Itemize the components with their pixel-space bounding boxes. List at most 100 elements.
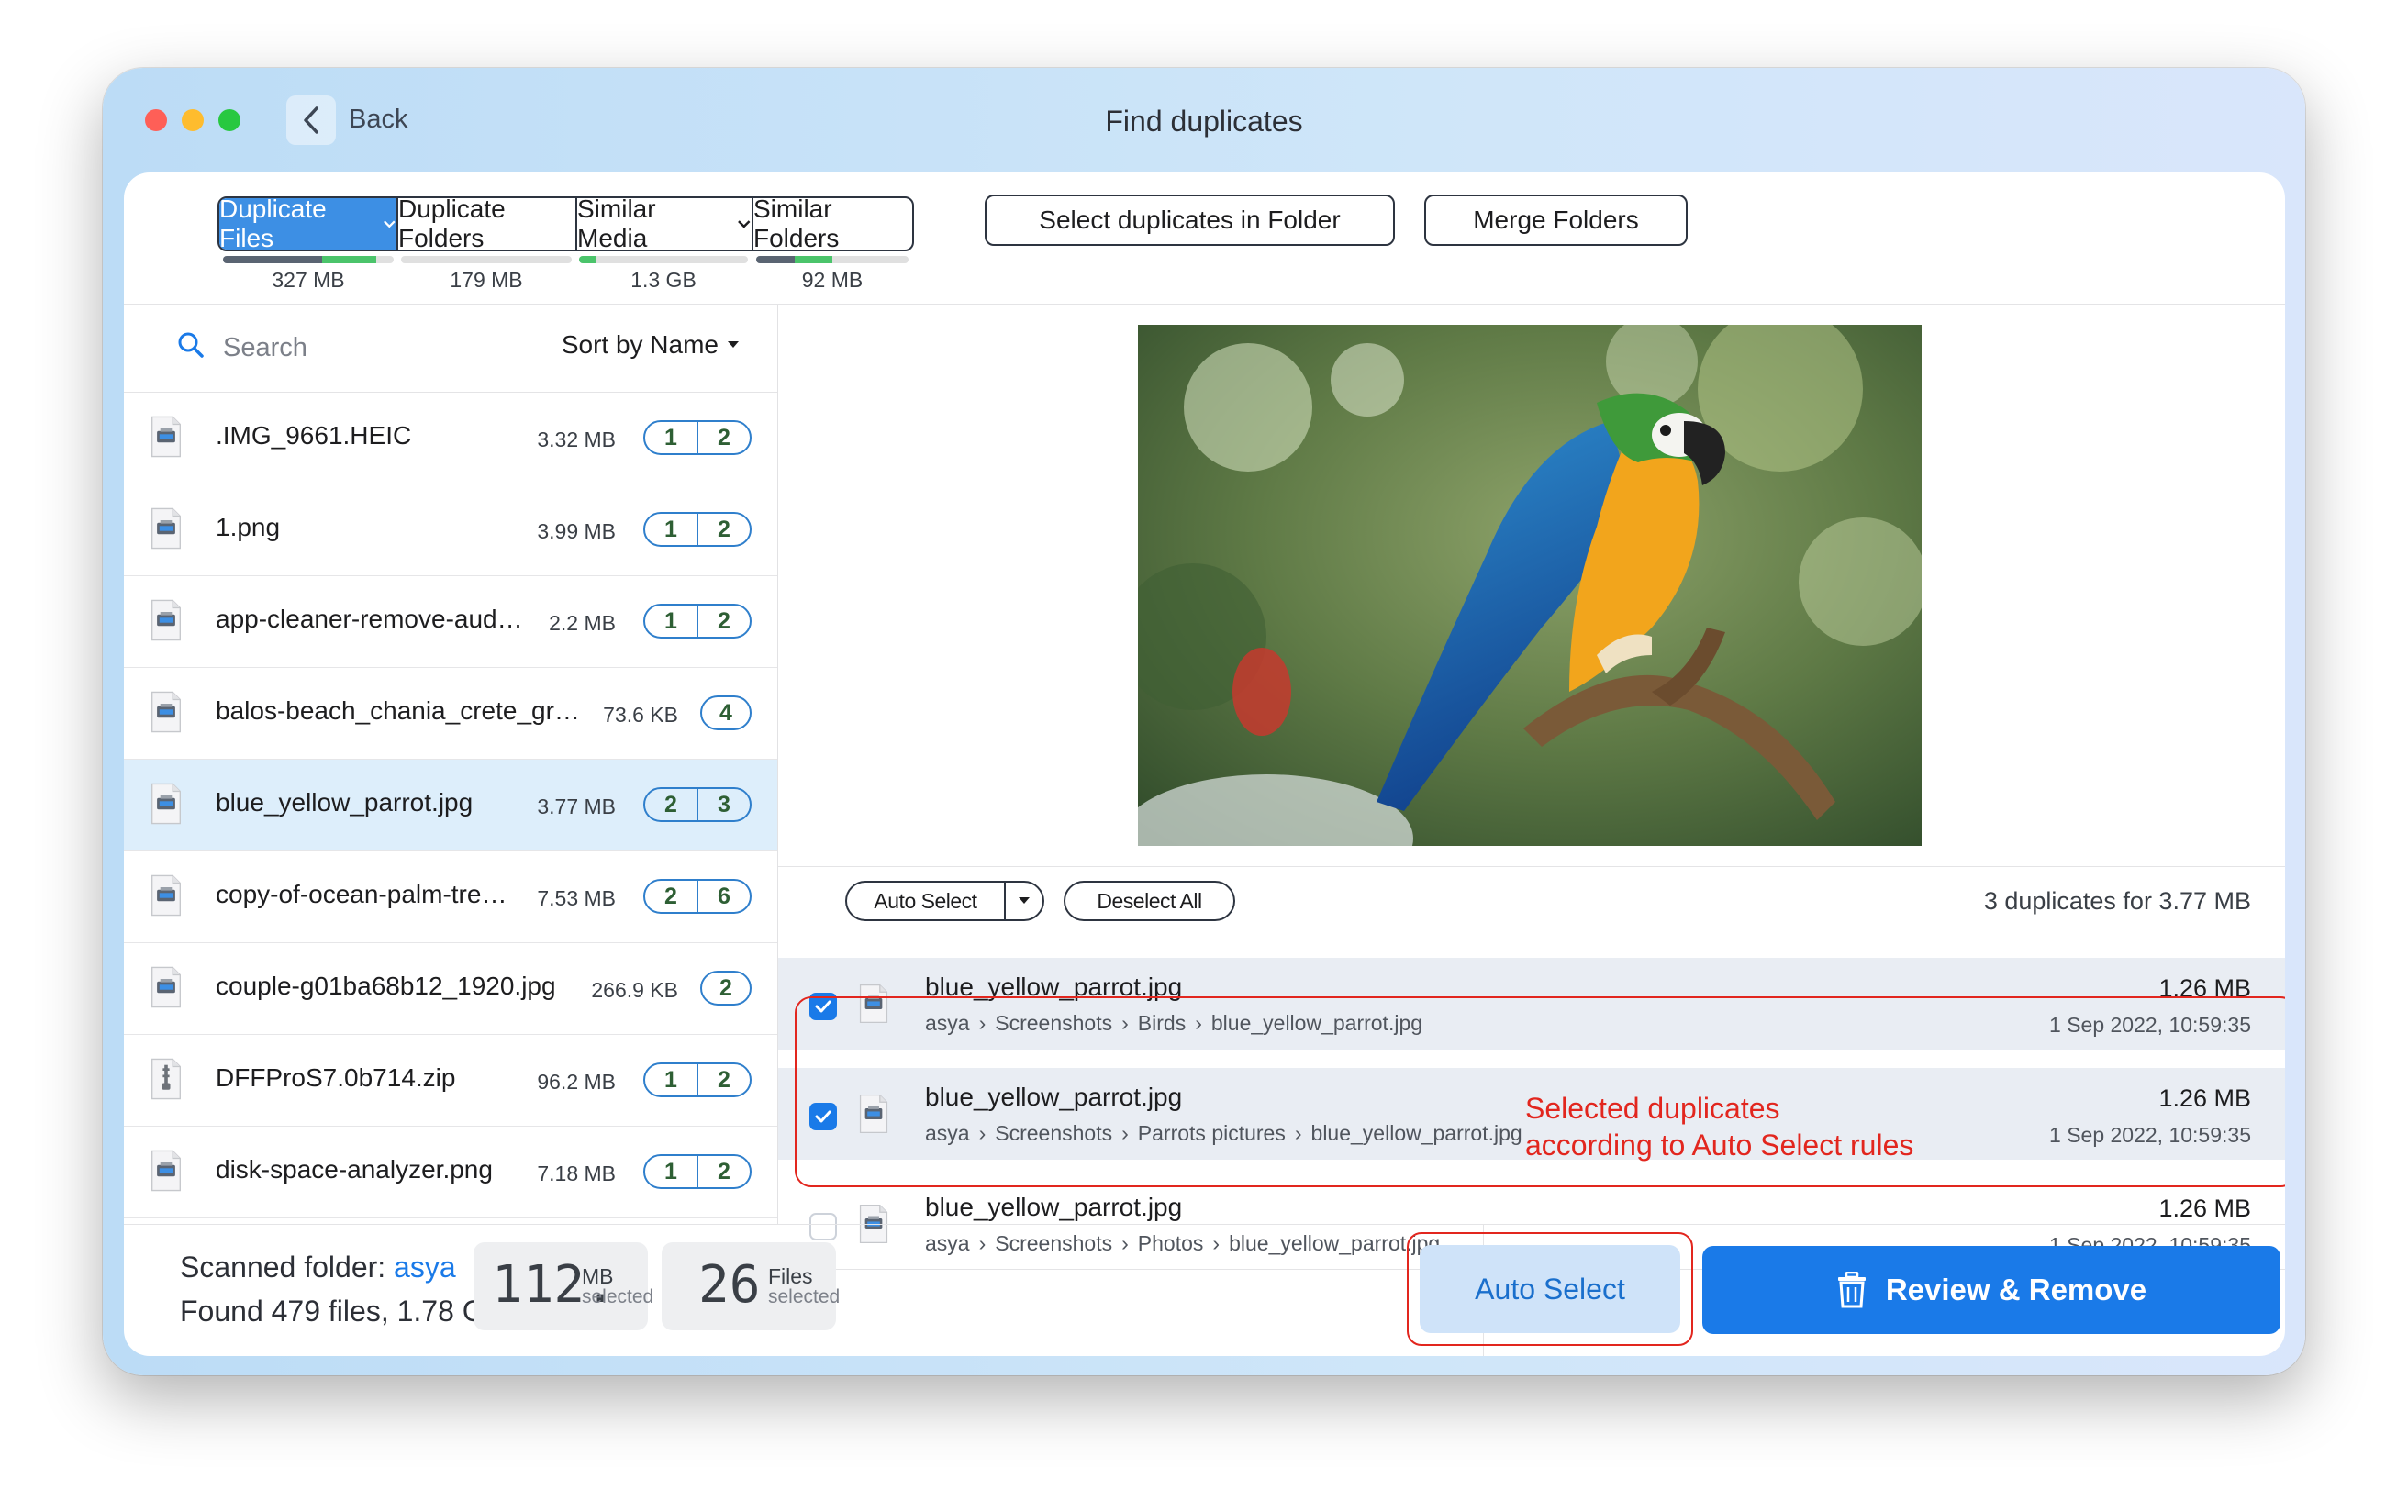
file-list-item[interactable]: couple-g01ba68b12_1920.jpg 266.9 KB 2 xyxy=(124,943,777,1035)
file-icon xyxy=(150,413,183,465)
file-list-item[interactable]: blue_yellow_parrot.jpg 3.77 MB 2 3 xyxy=(124,760,777,851)
count-selected: 2 xyxy=(664,883,677,909)
duplicate-count-badge: 12 xyxy=(643,512,752,547)
scanned-folder-link[interactable]: asya xyxy=(394,1251,456,1284)
duplicate-count-badge: 23 xyxy=(643,787,752,822)
duplicate-count-badge: 12 xyxy=(643,420,752,455)
mb-unit: MB xyxy=(582,1264,614,1288)
count-selected: 1 xyxy=(664,607,677,634)
annotation-text: Selected duplicates according to Auto Se… xyxy=(1525,1090,1913,1163)
search-row: Sort by Name xyxy=(124,305,777,393)
window-title: Find duplicates xyxy=(1105,105,1303,138)
count-total: 2 xyxy=(697,1156,750,1187)
count-total: 2 xyxy=(697,514,750,545)
scanned-folder: Scanned folder: asya xyxy=(180,1251,456,1284)
tab-label: Similar Folders xyxy=(753,196,840,251)
tab-duplicate-files[interactable]: Duplicate Files xyxy=(219,198,396,250)
file-icon xyxy=(150,963,183,1016)
caret-down-icon xyxy=(1019,897,1030,904)
duplicate-checkbox[interactable] xyxy=(809,1213,837,1240)
tab-label: Similar Media xyxy=(577,196,656,251)
count-total: 3 xyxy=(697,789,750,820)
count-selected: 2 xyxy=(664,791,677,817)
tab-label: Duplicate Folders xyxy=(398,196,506,251)
count-selected: 1 xyxy=(664,1066,677,1093)
select-duplicates-in-folder-button[interactable]: Select duplicates in Folder xyxy=(985,195,1395,246)
annotation-line2: according to Auto Select rules xyxy=(1525,1128,1914,1162)
file-list-item[interactable]: balos-beach_chania_crete_gr… 73.6 KB 4 xyxy=(124,668,777,760)
file-icon xyxy=(150,1055,183,1107)
found-files-summary: Found 479 files, 1.78 GB xyxy=(180,1295,505,1328)
sort-by-name-button[interactable]: Sort by Name xyxy=(562,330,739,360)
file-name: 1.png xyxy=(216,513,281,541)
duplicates-summary: 3 duplicates for 3.77 MB xyxy=(1983,887,2251,915)
file-icon xyxy=(150,596,183,649)
usage-bar-similar-media xyxy=(579,256,748,263)
trash-icon xyxy=(1837,1272,1866,1308)
usage-label: 92 MB xyxy=(801,268,864,292)
file-list-item[interactable]: app-cleaner-remove-aud… 2.2 MB 1 2 xyxy=(124,576,777,668)
file-icon xyxy=(858,1202,889,1251)
path-segment[interactable]: Screenshots xyxy=(995,1231,1112,1255)
file-icon xyxy=(150,505,183,557)
review-remove-button[interactable]: Review & Remove xyxy=(1702,1246,2280,1334)
file-list-item[interactable]: copy-of-ocean-palm-tre… 7.53 MB 2 6 xyxy=(124,851,777,943)
chevron-down-icon xyxy=(738,220,751,228)
sort-label: Sort by Name xyxy=(561,330,719,359)
auto-select-split-button: Auto Select xyxy=(845,881,1044,921)
file-name: disk-space-analyzer.png xyxy=(216,1155,493,1184)
file-list-item[interactable]: DFFProS7.0b714.zip 96.2 MB 1 2 xyxy=(124,1035,777,1127)
file-size: 3.32 MB xyxy=(537,428,616,451)
chevron-down-icon xyxy=(384,220,396,228)
file-name: balos-beach_chania_crete_gr… xyxy=(216,696,580,725)
duplicate-size: 1.26 MB xyxy=(2158,1195,2251,1222)
duplicate-count-badge: 2 xyxy=(700,971,752,1006)
usage-label: 179 MB xyxy=(450,268,523,292)
tab-similar-folders[interactable]: Similar Folders xyxy=(752,198,912,250)
usage-bar-similar-folders xyxy=(756,256,909,263)
caret-down-icon xyxy=(728,341,739,348)
tab-label: Duplicate Files xyxy=(219,196,327,251)
duplicate-file-name: blue_yellow_parrot.jpg xyxy=(925,1193,1183,1221)
file-list-sidebar: Sort by Name .IMG_9661.HEIC3.32 MB121.pn… xyxy=(124,305,778,1224)
files-unit: Files xyxy=(768,1264,813,1288)
file-icon xyxy=(150,780,183,832)
file-name: DFFProS7.0b714.zip xyxy=(216,1063,456,1092)
image-preview xyxy=(1138,325,1922,846)
count-total: 2 xyxy=(697,1064,750,1095)
usage-label: 1.3 GB xyxy=(630,268,697,292)
usage-label: 327 MB xyxy=(272,268,345,292)
file-list-item[interactable]: .IMG_9661.HEIC 3.32 MB 1 2 xyxy=(124,393,777,484)
duplicate-count-badge: 12 xyxy=(643,604,752,639)
auto-select-dropdown[interactable] xyxy=(1004,883,1042,919)
file-name: blue_yellow_parrot.jpg xyxy=(216,788,474,817)
path-segment[interactable]: asya xyxy=(925,1231,970,1255)
auto-select-button[interactable]: Auto Select xyxy=(1420,1245,1680,1333)
mb-selected-card: 112. MB selected xyxy=(474,1242,653,1330)
file-size: 7.53 MB xyxy=(537,886,616,910)
usage-bar-duplicate-files xyxy=(223,256,394,263)
path-separator-icon: › xyxy=(978,1231,987,1255)
count-total: 6 xyxy=(697,881,750,912)
count-total: 2 xyxy=(697,422,750,453)
file-list-item[interactable]: disk-space-analyzer.png 7.18 MB 1 2 xyxy=(124,1127,777,1218)
path-segment[interactable]: Photos xyxy=(1138,1231,1204,1255)
tab-duplicate-folders[interactable]: Duplicate Folders xyxy=(396,198,575,250)
files-selected-sub: selected xyxy=(768,1286,841,1307)
file-size: 7.18 MB xyxy=(537,1162,616,1185)
search-input[interactable] xyxy=(223,327,498,369)
path-separator-icon: › xyxy=(1212,1231,1221,1255)
tab-similar-media[interactable]: Similar Media xyxy=(575,198,752,250)
file-size: 73.6 KB xyxy=(603,703,678,727)
deselect-all-button[interactable]: Deselect All xyxy=(1064,881,1235,921)
file-size: 3.99 MB xyxy=(537,519,616,543)
mode-tabs: Duplicate Files Duplicate Folders Simila… xyxy=(217,196,914,251)
file-size: 2.2 MB xyxy=(549,611,616,635)
duplicate-path: asya › Screenshots › Photos › blue_yellow_parr… xyxy=(925,1231,1440,1256)
duplicate-count-badge: 26 xyxy=(643,879,752,914)
usage-bar-duplicate-folders xyxy=(401,256,572,263)
file-name: app-cleaner-remove-aud… xyxy=(216,605,523,633)
auto-select-small-button[interactable]: Auto Select xyxy=(847,883,1004,919)
file-list-item[interactable]: 1.png 3.99 MB 1 2 xyxy=(124,484,777,576)
merge-folders-button[interactable]: Merge Folders xyxy=(1424,195,1688,246)
